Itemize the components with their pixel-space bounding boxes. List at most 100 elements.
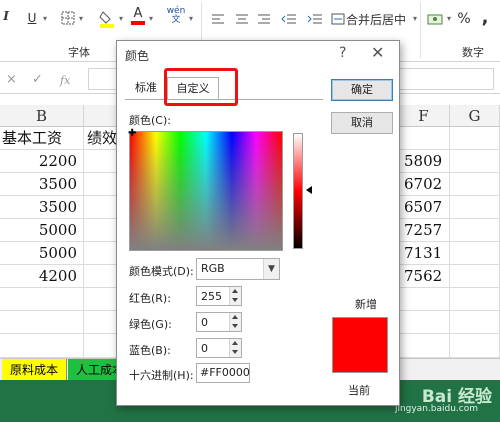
table-cell[interactable] xyxy=(0,334,84,358)
merge-center-icon[interactable] xyxy=(330,12,346,26)
cancel-button[interactable]: 取消 xyxy=(331,112,393,134)
table-cell[interactable] xyxy=(398,311,450,334)
insert-function-icon[interactable]: fx xyxy=(60,74,70,87)
green-stepper[interactable]: 0 xyxy=(196,312,242,332)
table-cell[interactable] xyxy=(450,242,500,265)
comma-style-button[interactable]: , xyxy=(478,7,492,28)
table-cell[interactable] xyxy=(450,311,500,334)
table-cell[interactable] xyxy=(84,173,118,196)
green-value: 0 xyxy=(201,316,208,329)
table-cell[interactable] xyxy=(84,219,118,242)
color-mode-select[interactable]: RGB ▼ xyxy=(196,258,280,280)
header-cell-basic-salary[interactable]: 基本工资 xyxy=(0,127,84,150)
table-cell[interactable]: 7131 xyxy=(398,242,450,265)
table-cell[interactable] xyxy=(450,265,500,288)
spin-up-icon[interactable] xyxy=(232,289,238,293)
column-header-b[interactable]: B xyxy=(0,105,84,127)
border-button[interactable] xyxy=(60,10,76,26)
crosshair-icon[interactable]: ✚ xyxy=(128,128,136,139)
merge-dropdown-icon[interactable]: ▾ xyxy=(410,10,420,26)
sheet-tab-material-cost[interactable]: 原料成本 xyxy=(2,359,68,381)
ok-button[interactable]: 确定 xyxy=(331,79,393,101)
table-cell[interactable]: 5000 xyxy=(0,242,84,265)
cancel-formula-icon[interactable]: × xyxy=(6,72,17,87)
table-cell[interactable]: 6507 xyxy=(398,196,450,219)
table-cell[interactable] xyxy=(84,150,118,173)
table-cell[interactable]: 3500 xyxy=(0,196,84,219)
italic-button[interactable]: I xyxy=(0,8,12,24)
table-cell[interactable] xyxy=(84,288,118,311)
luminance-arrow-icon[interactable] xyxy=(306,186,312,194)
phonetic-dropdown-icon[interactable]: ▾ xyxy=(186,10,196,26)
table-cell[interactable]: 2200 xyxy=(0,150,84,173)
column-header-c[interactable] xyxy=(84,105,118,127)
sheet-tab-labor-cost[interactable]: 人工成本 xyxy=(68,359,118,381)
table-cell[interactable] xyxy=(84,311,118,334)
merge-center-button[interactable]: 合并后居中 xyxy=(346,10,412,28)
border-dropdown-icon[interactable]: ▾ xyxy=(76,10,86,26)
table-cell[interactable] xyxy=(450,196,500,219)
increase-indent-icon[interactable] xyxy=(306,12,324,26)
color-spectrum-picker[interactable] xyxy=(129,131,283,251)
table-cell[interactable] xyxy=(450,150,500,173)
underline-dropdown-icon[interactable]: ▾ xyxy=(40,10,50,26)
luminance-slider[interactable] xyxy=(293,133,303,249)
decrease-indent-icon[interactable] xyxy=(280,12,298,26)
table-cell[interactable] xyxy=(84,196,118,219)
table-cell[interactable]: 3500 xyxy=(0,173,84,196)
table-cell[interactable] xyxy=(84,265,118,288)
spin-up-icon[interactable] xyxy=(232,341,238,345)
red-value: 255 xyxy=(201,290,222,303)
help-icon[interactable]: ? xyxy=(339,45,346,61)
close-icon[interactable]: ✕ xyxy=(371,43,384,62)
font-color-button[interactable]: A xyxy=(130,6,146,26)
align-center-icon[interactable] xyxy=(234,12,250,26)
blue-stepper[interactable]: 0 xyxy=(196,338,242,358)
spin-up-icon[interactable] xyxy=(232,315,238,319)
align-right-icon[interactable] xyxy=(256,12,272,26)
chevron-down-icon[interactable]: ▼ xyxy=(263,259,279,279)
table-cell[interactable] xyxy=(398,288,450,311)
tab-standard[interactable]: 标准 xyxy=(129,77,163,99)
spin-down-icon[interactable] xyxy=(232,350,238,354)
red-spin-buttons[interactable] xyxy=(229,287,241,305)
currency-icon[interactable] xyxy=(426,12,444,26)
red-stepper[interactable]: 255 xyxy=(196,286,242,306)
spin-down-icon[interactable] xyxy=(232,298,238,302)
table-cell[interactable] xyxy=(398,334,450,358)
table-cell[interactable] xyxy=(398,127,450,150)
table-cell[interactable]: 5000 xyxy=(0,219,84,242)
table-cell[interactable]: 5809 xyxy=(398,150,450,173)
column-header-g[interactable]: G xyxy=(450,105,500,127)
spin-down-icon[interactable] xyxy=(232,324,238,328)
currency-dropdown-icon[interactable]: ▾ xyxy=(444,10,454,26)
underline-button[interactable]: U xyxy=(24,10,40,26)
phonetic-button[interactable]: wén 文 xyxy=(166,4,186,28)
fill-color-button[interactable] xyxy=(98,10,116,28)
table-cell[interactable] xyxy=(450,173,500,196)
fill-color-dropdown-icon[interactable]: ▾ xyxy=(116,10,126,26)
table-cell[interactable]: 7257 xyxy=(398,219,450,242)
table-cell[interactable] xyxy=(450,219,500,242)
hex-input[interactable]: #FF0000 xyxy=(196,363,250,383)
green-spin-buttons[interactable] xyxy=(229,313,241,331)
dialog-title: 颜色 xyxy=(125,49,150,63)
table-cell[interactable] xyxy=(84,334,118,358)
font-color-dropdown-icon[interactable]: ▾ xyxy=(146,10,156,26)
table-cell[interactable]: 6702 xyxy=(398,173,450,196)
color-mode-label: 颜色模式(D): xyxy=(129,265,194,278)
column-header-f[interactable]: F xyxy=(398,105,450,127)
table-cell[interactable] xyxy=(84,242,118,265)
align-left-icon[interactable] xyxy=(210,12,226,26)
table-cell[interactable]: 7562 xyxy=(398,265,450,288)
enter-formula-icon[interactable]: ✓ xyxy=(32,72,43,87)
table-cell[interactable] xyxy=(0,288,84,311)
blue-spin-buttons[interactable] xyxy=(229,339,241,357)
percent-button[interactable]: % xyxy=(456,10,472,28)
table-cell[interactable]: 4200 xyxy=(0,265,84,288)
table-cell[interactable] xyxy=(450,334,500,358)
table-cell[interactable] xyxy=(450,288,500,311)
table-cell[interactable] xyxy=(0,311,84,334)
table-cell[interactable] xyxy=(450,127,500,150)
header-cell-performance[interactable]: 绩效 xyxy=(84,127,118,150)
